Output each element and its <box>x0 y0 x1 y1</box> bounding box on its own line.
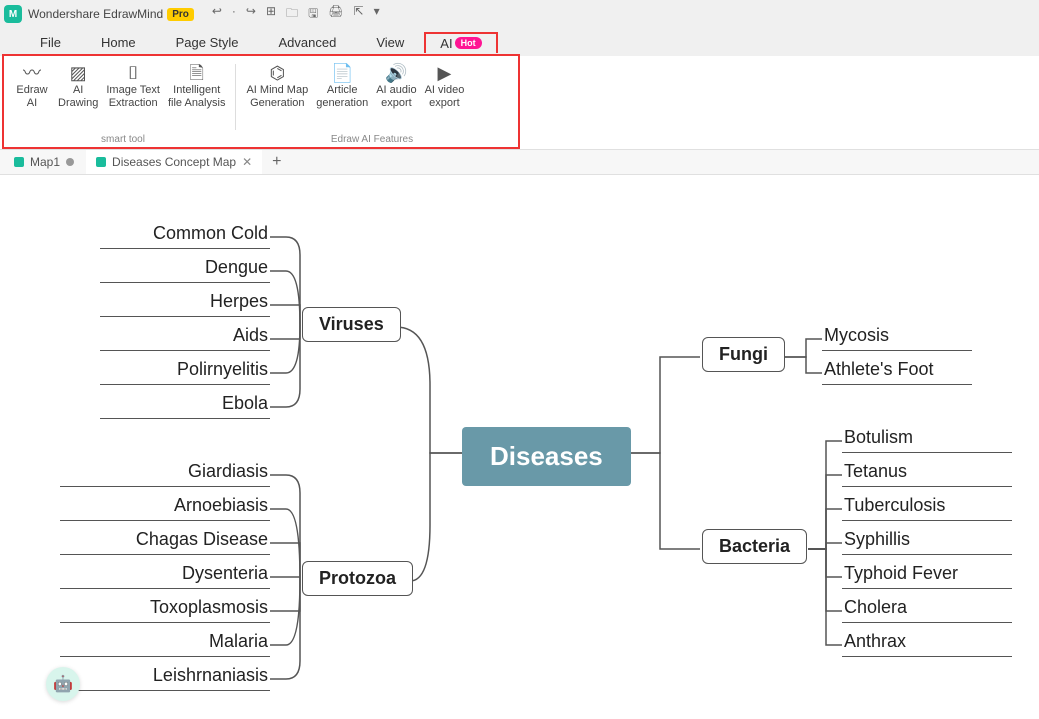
leaf-mycosis[interactable]: Mycosis <box>822 323 972 351</box>
ribbon-file-analysis[interactable]: 🗎Intelligentfile Analysis <box>164 60 229 134</box>
ribbon-article-gen[interactable]: 📄Articlegeneration <box>312 60 372 134</box>
redo-icon[interactable]: ↪ <box>246 4 256 25</box>
leaf-common-cold[interactable]: Common Cold <box>100 221 270 249</box>
ribbon-ai-drawing[interactable]: ▨AIDrawing <box>54 60 102 134</box>
export-icon[interactable]: ⇱ <box>354 4 364 25</box>
wave-icon: 〰 <box>23 62 41 84</box>
article-icon: 📄 <box>331 62 353 84</box>
leaf-toxoplasmosis[interactable]: Toxoplasmosis <box>60 595 270 623</box>
menu-ai-label: AI <box>440 36 452 51</box>
leaf-chagas[interactable]: Chagas Disease <box>60 527 270 555</box>
new-icon[interactable]: ⊞ <box>266 4 276 25</box>
document-tabs: Map1 Diseases Concept Map ✕ + <box>0 149 1039 175</box>
leaf-ebola[interactable]: Ebola <box>100 391 270 419</box>
doc-icon <box>96 157 106 167</box>
ribbon-group2-label: Edraw AI Features <box>242 134 502 145</box>
tab-label: Diseases Concept Map <box>112 155 236 169</box>
menu-home[interactable]: Home <box>81 31 156 54</box>
robot-icon: 🤖 <box>53 674 73 694</box>
menu-ai[interactable]: AI Hot <box>424 32 497 53</box>
ribbon: 〰EdrawAI ▨AIDrawing ⌷Image TextExtractio… <box>4 56 518 134</box>
doc-icon <box>14 157 24 167</box>
open-icon[interactable]: 🗀 <box>286 4 298 25</box>
file-icon: 🗎 <box>189 62 203 84</box>
mindmap-icon: ⌬ <box>269 62 285 84</box>
mindmap-canvas[interactable]: Common Cold Dengue Herpes Aids Polirnyel… <box>0 175 1039 719</box>
unsaved-dot-icon <box>66 158 74 166</box>
more-icon[interactable]: ▾ <box>374 4 380 25</box>
quick-access-toolbar: ↩ · ↪ ⊞ 🗀 🖫 🖨 ⇱ ▾ <box>212 4 380 25</box>
leaf-tuberculosis[interactable]: Tuberculosis <box>842 493 1012 521</box>
leaf-typhoid[interactable]: Typhoid Fever <box>842 561 1012 589</box>
drawing-icon: ▨ <box>70 62 87 84</box>
ribbon-highlight: 〰EdrawAI ▨AIDrawing ⌷Image TextExtractio… <box>2 54 520 149</box>
leaf-dengue[interactable]: Dengue <box>100 255 270 283</box>
ribbon-image-text[interactable]: ⌷Image TextExtraction <box>102 60 164 134</box>
leaf-aids[interactable]: Aids <box>100 323 270 351</box>
tab-map1[interactable]: Map1 <box>4 150 84 174</box>
topic-viruses[interactable]: Viruses <box>302 307 401 342</box>
close-icon[interactable]: ✕ <box>242 155 252 169</box>
leaf-cholera[interactable]: Cholera <box>842 595 1012 623</box>
audio-icon: 🔊 <box>385 62 407 84</box>
central-topic[interactable]: Diseases <box>462 427 631 486</box>
menu-bar: File Home Page Style Advanced View AI Ho… <box>0 28 1039 56</box>
menu-file[interactable]: File <box>20 31 81 54</box>
ai-assistant-button[interactable]: 🤖 <box>46 667 80 701</box>
menu-advanced[interactable]: Advanced <box>259 31 357 54</box>
topic-protozoa[interactable]: Protozoa <box>302 561 413 596</box>
leaf-giardiasis[interactable]: Giardiasis <box>60 459 270 487</box>
ribbon-edraw-ai[interactable]: 〰EdrawAI <box>10 60 54 134</box>
leaf-anthrax[interactable]: Anthrax <box>842 629 1012 657</box>
app-logo-icon: M <box>4 5 22 23</box>
leaf-syphillis[interactable]: Syphillis <box>842 527 1012 555</box>
tab-label: Map1 <box>30 155 60 169</box>
leaf-tetanus[interactable]: Tetanus <box>842 459 1012 487</box>
undo-icon[interactable]: ↩ <box>212 4 222 25</box>
save-icon[interactable]: 🖫 <box>308 4 318 25</box>
tab-diseases[interactable]: Diseases Concept Map ✕ <box>86 150 262 174</box>
ribbon-separator <box>235 64 236 130</box>
print-icon[interactable]: 🖨 <box>328 4 343 25</box>
ribbon-video-export[interactable]: ▶AI videoexport <box>421 60 469 134</box>
video-icon: ▶ <box>438 62 452 84</box>
leaf-polirnyelitis[interactable]: Polirnyelitis <box>100 357 270 385</box>
ribbon-mind-map-gen[interactable]: ⌬AI Mind MapGeneration <box>242 60 312 134</box>
ribbon-group1-label: smart tool <box>4 134 242 145</box>
ribbon-group-labels: smart tool Edraw AI Features <box>4 134 518 147</box>
separator-icon: · <box>232 4 236 25</box>
menu-page-style[interactable]: Page Style <box>156 31 259 54</box>
ribbon-audio-export[interactable]: 🔊AI audioexport <box>372 60 420 134</box>
topic-bacteria[interactable]: Bacteria <box>702 529 807 564</box>
ocr-icon: ⌷ <box>128 62 139 84</box>
app-name: Wondershare EdrawMind <box>28 7 163 21</box>
title-bar: M Wondershare EdrawMind Pro ↩ · ↪ ⊞ 🗀 🖫 … <box>0 0 1039 28</box>
leaf-malaria[interactable]: Malaria <box>60 629 270 657</box>
new-tab-button[interactable]: + <box>264 153 289 171</box>
hot-badge: Hot <box>455 37 482 49</box>
topic-fungi[interactable]: Fungi <box>702 337 785 372</box>
leaf-herpes[interactable]: Herpes <box>100 289 270 317</box>
leaf-botulism[interactable]: Botulism <box>842 425 1012 453</box>
leaf-arnoebiasis[interactable]: Arnoebiasis <box>60 493 270 521</box>
leaf-dysenteria[interactable]: Dysenteria <box>60 561 270 589</box>
leaf-athletes-foot[interactable]: Athlete's Foot <box>822 357 972 385</box>
pro-badge: Pro <box>167 8 194 21</box>
menu-view[interactable]: View <box>356 31 424 54</box>
leaf-leishrnaniasis[interactable]: Leishrnaniasis <box>60 663 270 691</box>
